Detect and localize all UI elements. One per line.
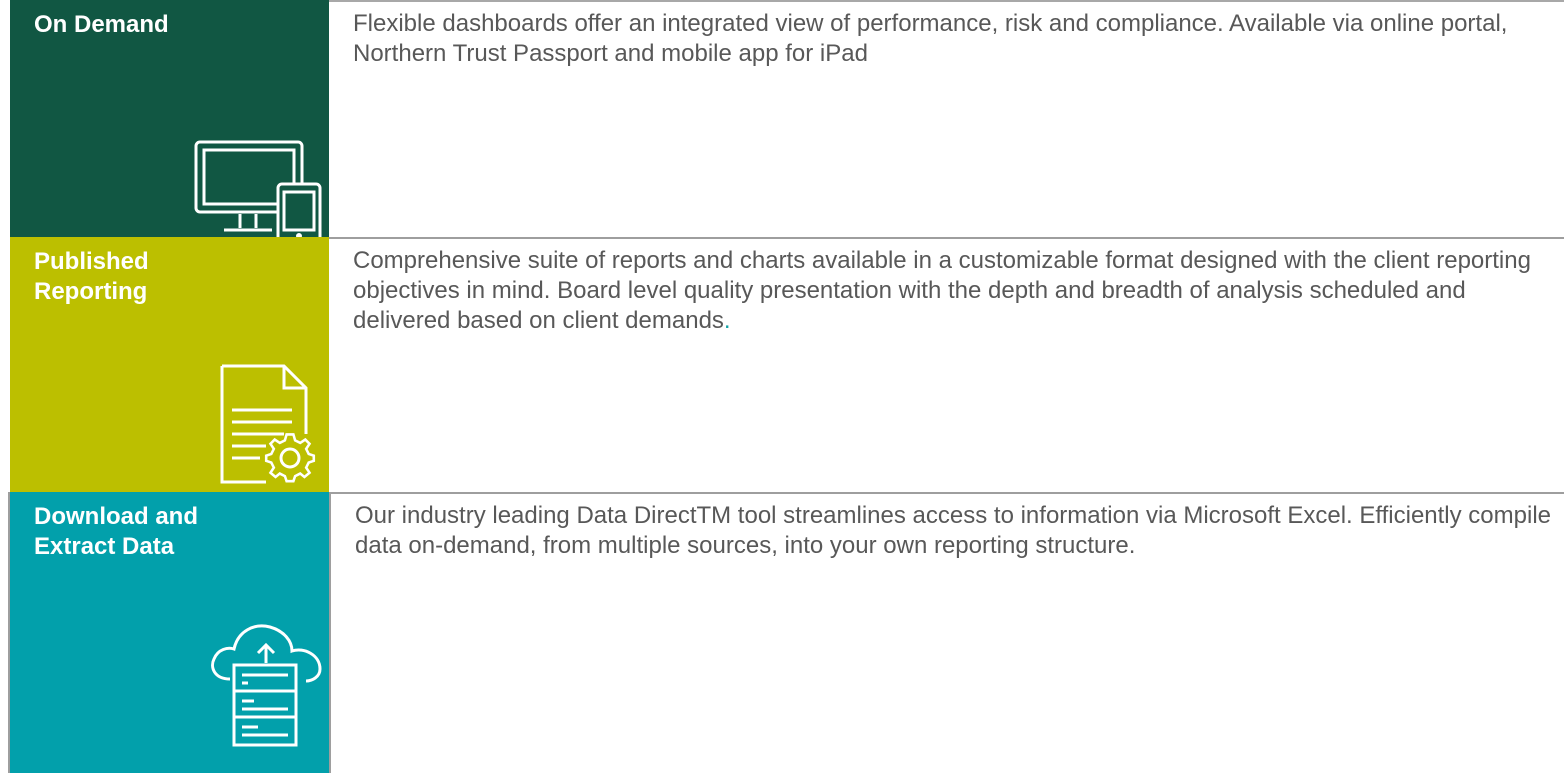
document-gear-icon: [220, 364, 320, 486]
row-label: Published Reporting: [34, 248, 149, 305]
monitor-tablet-icon: [194, 140, 322, 244]
description-text: Our industry leading Data DirectTM tool …: [355, 502, 1552, 559]
row-label: On Demand: [34, 11, 169, 38]
cloud-upload-server-icon: [208, 619, 324, 749]
description-end-mark: .: [723, 307, 731, 334]
row-on-demand: On Demand Flexible dashboards offer an i…: [10, 0, 1564, 244]
description-cell-published-reporting: Comprehensive suite of reports and chart…: [329, 237, 1564, 492]
label-cell-published-reporting: Published Reporting: [10, 237, 329, 492]
label-cell-download-extract-data: Download and Extract Data: [10, 492, 329, 773]
row-label: Download and Extract Data: [34, 503, 198, 560]
description-text: Comprehensive suite of reports and chart…: [353, 246, 1564, 336]
description-cell-on-demand: Flexible dashboards offer an integrated …: [329, 0, 1564, 237]
description-text: Flexible dashboards offer an integrated …: [353, 10, 1508, 67]
row-published-reporting: Published Reporting Comprehensive suite …: [10, 237, 1564, 492]
description-cell-download-extract-data: Our industry leading Data DirectTM tool …: [329, 492, 1564, 773]
description-body: Comprehensive suite of reports and chart…: [353, 247, 1531, 334]
label-cell-on-demand: On Demand: [10, 0, 329, 244]
feature-table: On Demand Flexible dashboards offer an i…: [0, 0, 1564, 773]
row-download-extract-data: Download and Extract Data Our industry l…: [10, 492, 1564, 773]
